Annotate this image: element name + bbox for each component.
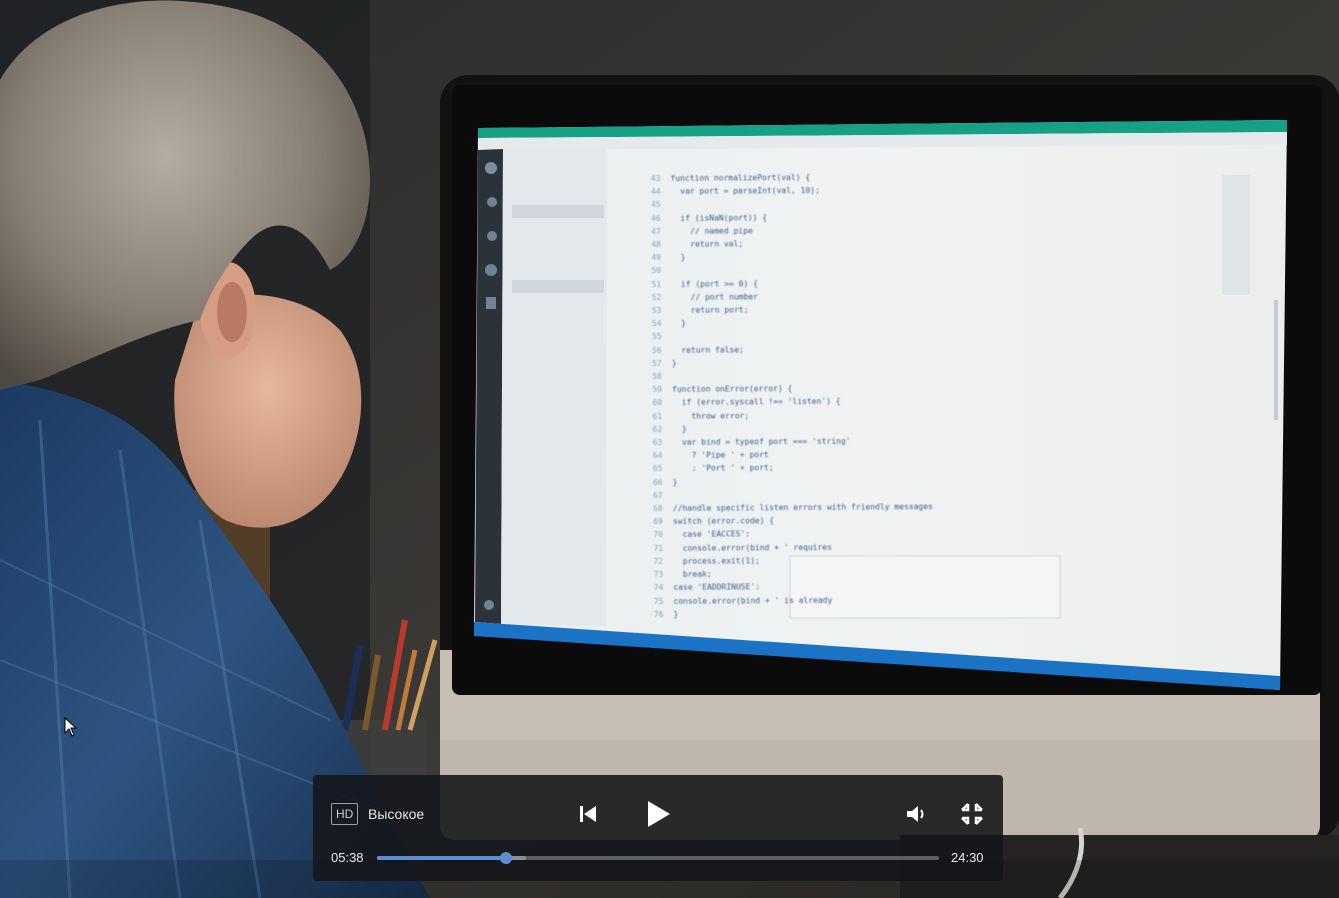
code-text: case 'EACCES': bbox=[672, 529, 751, 540]
line-number: 74 bbox=[653, 583, 664, 593]
line-number: 54 bbox=[651, 319, 662, 329]
line-number: 64 bbox=[652, 451, 663, 461]
play-icon bbox=[648, 801, 670, 827]
code-text: switch (error.code) { bbox=[672, 516, 775, 527]
line-number: 62 bbox=[652, 424, 663, 434]
line-number: 65 bbox=[652, 464, 663, 474]
line-number: 71 bbox=[653, 543, 664, 553]
code-text: } bbox=[671, 252, 686, 263]
line-number: 76 bbox=[653, 609, 664, 619]
code-text: return val; bbox=[670, 239, 744, 249]
line-number: 70 bbox=[653, 530, 664, 540]
line-number: 55 bbox=[651, 332, 662, 342]
line-number: 73 bbox=[653, 570, 664, 580]
line-number: 59 bbox=[652, 385, 662, 395]
code-text: console.error(bind + ' requires bbox=[673, 542, 833, 553]
code-text: // port number bbox=[671, 292, 759, 302]
code-text: console.error(bind + ' is already bbox=[673, 595, 833, 606]
code-text: } bbox=[671, 358, 677, 368]
volume-low-icon bbox=[907, 806, 924, 822]
line-number: 46 bbox=[651, 213, 661, 223]
line-number: 45 bbox=[650, 200, 661, 210]
played-bar bbox=[377, 856, 507, 860]
line-number: 51 bbox=[651, 279, 662, 289]
code-text: if (port >= 0) { bbox=[671, 278, 758, 289]
progress-bar[interactable] bbox=[377, 852, 939, 864]
code-text: var port = parseInt(val, 10); bbox=[670, 186, 820, 197]
line-number: 44 bbox=[650, 187, 661, 197]
code-text: } bbox=[672, 477, 678, 487]
code-text: if (error.syscall !== 'listen') { bbox=[672, 397, 841, 408]
previous-button[interactable] bbox=[576, 801, 600, 827]
line-number: 50 bbox=[651, 266, 662, 276]
line-number: 48 bbox=[651, 239, 661, 250]
line-number: 60 bbox=[652, 398, 663, 408]
volume-button[interactable] bbox=[903, 802, 929, 826]
line-number: 75 bbox=[653, 596, 664, 606]
code-text: process.exit(1); bbox=[673, 556, 760, 566]
hd-badge[interactable]: HD bbox=[331, 803, 359, 825]
line-number: 56 bbox=[652, 345, 662, 355]
code-text: break; bbox=[673, 569, 712, 579]
code-text: return false; bbox=[671, 345, 744, 355]
line-number: 53 bbox=[651, 305, 662, 316]
line-number: 47 bbox=[651, 226, 661, 236]
line-number: 66 bbox=[652, 477, 663, 487]
line-number: 43 bbox=[650, 173, 661, 184]
line-number: 52 bbox=[651, 292, 662, 302]
code-text: } bbox=[673, 609, 679, 619]
code-text: return port; bbox=[671, 305, 749, 315]
line-number: 63 bbox=[652, 438, 663, 448]
player-controls: HD Высокое 05:38 24:30 bbox=[313, 775, 1003, 881]
code-text: throw error; bbox=[672, 410, 750, 421]
code-text: //handle specific listen errors with fri… bbox=[672, 502, 933, 513]
duration: 24:30 bbox=[951, 850, 984, 865]
line-number: 67 bbox=[653, 490, 663, 500]
code-text: // named pipe bbox=[670, 226, 753, 236]
line-number: 61 bbox=[652, 411, 663, 421]
code-text: function onError(error) { bbox=[671, 384, 793, 395]
code-text: var bind = typeof port === 'string' bbox=[672, 436, 851, 447]
line-number: 57 bbox=[652, 358, 662, 368]
code-text: if (isNaN(port)) { bbox=[670, 212, 768, 223]
line-number: 69 bbox=[653, 517, 663, 527]
video-frame[interactable]: 43 function normalizePort(val) { 44 var po… bbox=[0, 0, 1339, 898]
code-text: : 'Port ' + port; bbox=[672, 463, 774, 474]
mouse-cursor-icon bbox=[64, 717, 78, 737]
skip-previous-icon bbox=[580, 806, 596, 822]
video-player[interactable]: 43 function normalizePort(val) { 44 var po… bbox=[0, 0, 1339, 898]
line-number: 68 bbox=[653, 504, 663, 514]
line-number: 58 bbox=[652, 371, 662, 382]
code-text: } bbox=[672, 424, 687, 434]
line-number: 72 bbox=[653, 556, 664, 566]
exit-fullscreen-icon bbox=[961, 803, 983, 825]
exit-fullscreen-button[interactable] bbox=[959, 801, 985, 827]
code-text: ? 'Pipe ' + port bbox=[672, 450, 769, 461]
progress-handle[interactable] bbox=[500, 852, 513, 864]
current-time: 05:38 bbox=[331, 850, 364, 865]
code-text: function normalizePort(val) { bbox=[670, 172, 811, 183]
editor-code-on-screen: 43 function normalizePort(val) { 44 var po… bbox=[638, 168, 1241, 622]
line-number: 49 bbox=[651, 253, 662, 263]
code-text: } bbox=[671, 319, 686, 329]
play-button[interactable] bbox=[643, 797, 673, 831]
quality-selector[interactable]: Высокое bbox=[368, 803, 424, 825]
code-text: case 'EADDRINUSE': bbox=[673, 582, 761, 593]
